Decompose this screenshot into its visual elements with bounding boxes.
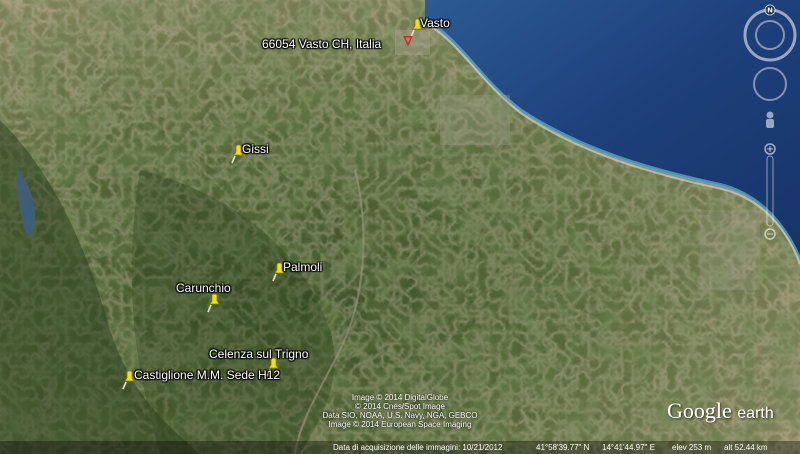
place-label[interactable]: Gissi xyxy=(242,142,269,156)
search-result-marker-icon[interactable] xyxy=(402,31,414,47)
google-earth-logo: Google earth xyxy=(667,398,774,424)
map-view[interactable]: Vasto Gissi Palmoli Carunchio Celenza sul Tr… xyxy=(0,0,800,454)
place-label[interactable]: Carunchio xyxy=(176,281,231,295)
compass-ring-icon[interactable]: N xyxy=(743,4,797,62)
pushpin-icon[interactable] xyxy=(206,293,222,313)
satellite-terrain xyxy=(0,0,800,454)
place-label[interactable]: Vasto xyxy=(420,16,450,30)
zoom-slider[interactable] xyxy=(764,143,776,240)
logo-google: Google xyxy=(667,398,732,423)
street-view-pegman-icon[interactable] xyxy=(766,111,774,129)
place-label[interactable]: Palmoli xyxy=(283,260,322,274)
logo-earth: earth xyxy=(737,405,774,422)
latitude-readout: 41°58'39.77" N xyxy=(536,443,590,452)
longitude-readout: 14°41'44.97" E xyxy=(602,443,655,452)
compass-north-label: N xyxy=(767,8,772,15)
status-bar: Data di acquisizione delle immagini: 10/… xyxy=(0,441,800,454)
look-joystick-icon[interactable] xyxy=(753,67,787,101)
navigation-controls[interactable]: N xyxy=(740,2,800,252)
imagery-date: Data di acquisizione delle immagini: 10/… xyxy=(333,443,503,452)
eye-altitude-readout: alt 52.44 km xyxy=(724,443,768,452)
place-label[interactable]: Celenza sul Trigno xyxy=(209,347,308,361)
search-result-address[interactable]: 66054 Vasto CH, Italia xyxy=(262,37,381,51)
elevation-readout: elev 253 m xyxy=(672,443,712,452)
place-label[interactable]: Castiglione M.M. Sede H12 xyxy=(134,368,280,382)
